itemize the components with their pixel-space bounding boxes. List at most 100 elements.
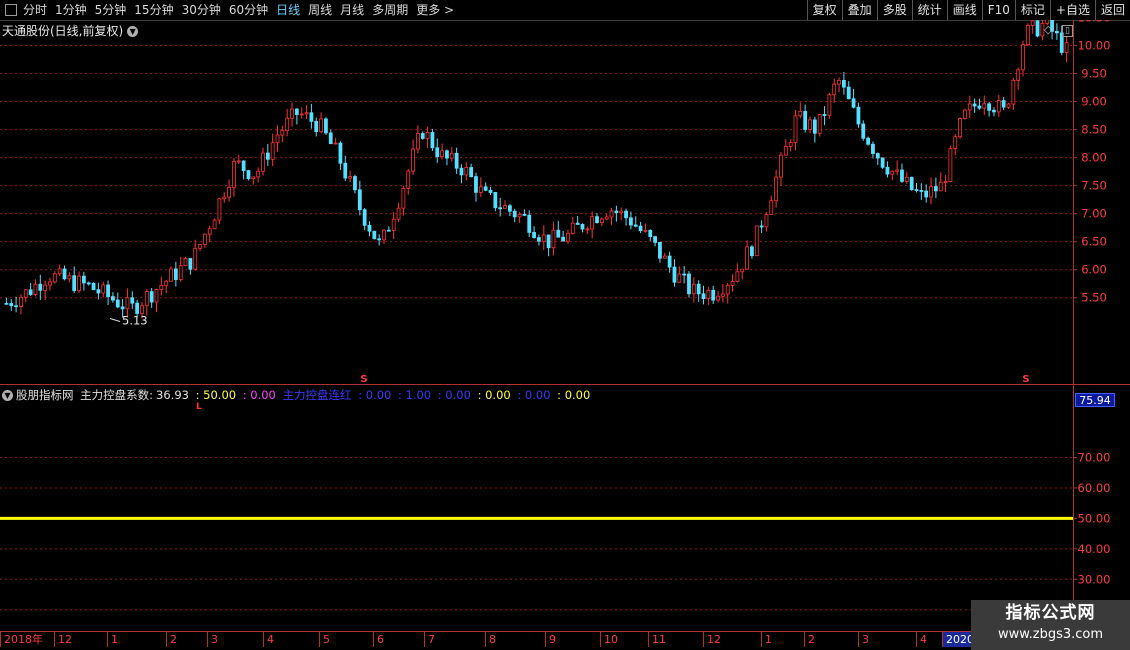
candle-body xyxy=(566,232,570,242)
kline-chart[interactable]: 10.965.13SS 11.0010.5010.009.509.008.508… xyxy=(0,20,1130,631)
more-menu[interactable]: 更多 > xyxy=(416,0,454,20)
period-tab[interactable]: 1分钟 xyxy=(55,0,87,20)
multi-stock-button[interactable]: 多股 xyxy=(876,0,912,20)
period-tab[interactable]: 月线 xyxy=(340,0,364,20)
indicator-title: ▼ 股朋指标网 主力控盘系数: 36.93 : 50.00 : 0.00 主力控盘连… xyxy=(2,387,593,403)
candle-body xyxy=(861,123,866,139)
candle-body xyxy=(77,275,81,292)
candle-body xyxy=(532,232,536,238)
f10-button[interactable]: F10 xyxy=(981,0,1015,20)
period-tab[interactable]: 周线 xyxy=(308,0,332,20)
overlay-button[interactable]: 叠加 xyxy=(841,0,877,20)
date-axis-label: 6 xyxy=(373,632,384,647)
candle-body xyxy=(885,166,890,175)
candle-body xyxy=(382,229,386,241)
candle-body xyxy=(507,205,512,212)
layout-toggle-icon[interactable] xyxy=(5,4,17,16)
candle-body xyxy=(372,230,377,240)
add-watchlist-button[interactable]: +自选 xyxy=(1049,0,1095,20)
candle-body xyxy=(144,291,149,307)
restore-rights-button[interactable]: 复权 xyxy=(806,0,842,20)
candle-body xyxy=(251,176,256,180)
candle-body xyxy=(720,293,725,297)
price-axis-labels: 11.0010.5010.009.509.008.508.007.507.006… xyxy=(1078,20,1111,617)
candle-body xyxy=(299,113,304,116)
candle-body xyxy=(188,258,193,270)
candle-body xyxy=(730,281,735,286)
candle-body xyxy=(338,142,343,164)
candle-body xyxy=(711,289,716,301)
date-axis-label: 11 xyxy=(648,632,666,647)
candle-body xyxy=(57,268,62,275)
draw-line-button[interactable]: 画线 xyxy=(946,0,982,20)
back-button[interactable]: 返回 xyxy=(1094,0,1130,20)
date-axis-label: 4 xyxy=(916,632,927,647)
candle-body xyxy=(135,302,140,314)
panel-toggle-icon[interactable]: ▯ xyxy=(1061,25,1073,37)
annotation-leader xyxy=(109,317,121,322)
indicator-value: : 0.00 xyxy=(242,388,276,402)
period-tab[interactable]: 多周期 xyxy=(372,0,408,20)
period-tab[interactable]: 15分钟 xyxy=(134,0,173,20)
chevron-down-icon[interactable]: ▼ xyxy=(2,390,13,401)
candle-body xyxy=(575,222,580,225)
s-marker: S xyxy=(360,374,367,385)
candle-body xyxy=(1064,42,1069,53)
candle-body xyxy=(948,148,953,182)
candle-body xyxy=(982,103,987,109)
indicator-axis-label: 40.00 xyxy=(1078,542,1111,556)
mark-button[interactable]: 标记 xyxy=(1014,0,1050,20)
diamond-icon[interactable]: ◇ xyxy=(1044,23,1052,36)
indicator-value: : 1.00 xyxy=(397,388,432,402)
period-tab[interactable]: 60分钟 xyxy=(229,0,268,20)
s-marker: S xyxy=(1022,374,1029,385)
candle-body xyxy=(788,142,793,147)
chevron-down-icon[interactable]: ▼ xyxy=(127,26,139,37)
candle-body xyxy=(391,218,396,231)
candle-body xyxy=(924,190,929,198)
candle-body xyxy=(619,210,624,214)
candle-body xyxy=(851,98,856,108)
candle-body xyxy=(561,236,566,242)
period-tab[interactable]: 5分钟 xyxy=(95,0,127,20)
period-tab[interactable]: 分时 xyxy=(23,0,47,20)
date-axis-label: 2 xyxy=(804,632,815,647)
candle-body xyxy=(866,137,871,145)
chart-corner-icons: ◇ ▯ xyxy=(1044,23,1073,37)
candle-body xyxy=(4,302,9,305)
date-axis-label: 4 xyxy=(263,632,274,647)
candle-body xyxy=(328,132,333,145)
candle-body xyxy=(207,228,212,235)
candle-body xyxy=(933,186,938,192)
indicator-value: : 0.00 xyxy=(517,388,551,402)
candle-body xyxy=(759,225,764,228)
candle-body xyxy=(938,181,943,192)
candle-body xyxy=(614,210,619,214)
price-axis-label: 10.00 xyxy=(1078,39,1111,53)
period-tab-daily[interactable]: 日线 xyxy=(276,0,300,20)
price-axis-label: 9.00 xyxy=(1081,95,1107,109)
candle-body xyxy=(212,219,217,230)
candle-body xyxy=(140,305,144,314)
chart-title[interactable]: 天通股份(日线,前复权) ▼ xyxy=(2,22,139,39)
candle-body xyxy=(377,238,382,241)
stock-title: 天通股份(日线,前复权) xyxy=(2,24,124,38)
candle-body xyxy=(822,114,827,116)
indicator-value: : 0.00 xyxy=(358,388,392,402)
candle-body xyxy=(246,170,251,180)
candle-body xyxy=(682,273,687,276)
candle-body xyxy=(779,154,783,178)
candle-body xyxy=(856,106,861,125)
candle-body xyxy=(241,160,246,171)
date-axis-label: 2020 xyxy=(942,632,974,647)
period-tab[interactable]: 30分钟 xyxy=(182,0,221,20)
candle-body xyxy=(324,118,328,134)
date-axis-label: 3 xyxy=(858,632,869,647)
candle-body xyxy=(193,247,198,270)
candle-body xyxy=(449,152,454,159)
candle-body xyxy=(401,187,406,209)
statistics-button[interactable]: 统计 xyxy=(911,0,947,20)
candle-body xyxy=(919,190,924,192)
candle-body xyxy=(943,181,948,183)
candlestick-series: 10.965.13SS xyxy=(4,20,1069,385)
